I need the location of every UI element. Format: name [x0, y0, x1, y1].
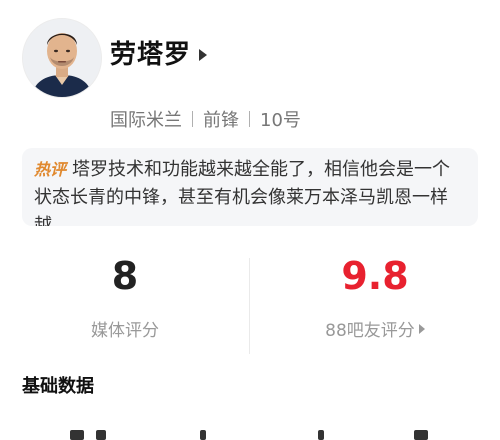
hot-comment-card[interactable]: 热评 塔罗技术和功能越来越全能了，相信他会是一个状态长青的中锋，甚至有机会像莱万本…: [22, 148, 478, 226]
preview-mark: [96, 430, 106, 440]
chevron-right-icon: [418, 323, 425, 334]
meta-divider: [249, 111, 250, 127]
player-avatar-icon[interactable]: [22, 18, 102, 98]
player-name: 劳塔罗: [110, 40, 192, 70]
hot-comment-tag: 热评: [34, 160, 67, 179]
chevron-right-icon: [199, 48, 208, 61]
fans-rating-label: 88吧友评分: [325, 321, 415, 341]
player-position: 前锋: [203, 110, 239, 131]
preview-mark: [318, 430, 324, 440]
media-rating: 8 媒体评分: [0, 246, 250, 341]
ratings-panel: 8 媒体评分 9.8 88吧友评分: [0, 246, 500, 366]
preview-mark: [70, 430, 84, 440]
media-rating-label-wrap: 媒体评分: [91, 316, 159, 341]
basic-data-preview: [0, 428, 500, 440]
preview-mark: [414, 430, 428, 440]
fans-rating-link[interactable]: 88吧友评分: [325, 316, 425, 341]
player-profile-header: 劳塔罗 国际米兰 前锋 10号: [22, 18, 482, 132]
avatar-illustration: [23, 19, 101, 97]
player-number: 10号: [260, 110, 301, 131]
player-name-row[interactable]: 劳塔罗: [110, 34, 208, 71]
preview-mark: [200, 430, 206, 440]
player-meta: 国际米兰 前锋 10号: [110, 106, 301, 132]
basic-data-heading: 基础数据: [22, 376, 94, 397]
meta-divider: [192, 111, 193, 127]
player-page: 劳塔罗 国际米兰 前锋 10号 热评 塔罗技术和功能越来越全能了，相信他会是一个状…: [0, 0, 500, 440]
media-rating-value: 8: [111, 254, 139, 298]
player-team: 国际米兰: [110, 110, 182, 131]
fans-rating-value: 9.8: [341, 254, 409, 298]
hot-comment-text: 塔罗技术和功能越来越全能了，相信他会是一个状态长青的中锋，甚至有机会像莱万本泽马…: [34, 159, 451, 226]
media-rating-label: 媒体评分: [91, 321, 159, 341]
fans-rating[interactable]: 9.8 88吧友评分: [250, 246, 500, 341]
